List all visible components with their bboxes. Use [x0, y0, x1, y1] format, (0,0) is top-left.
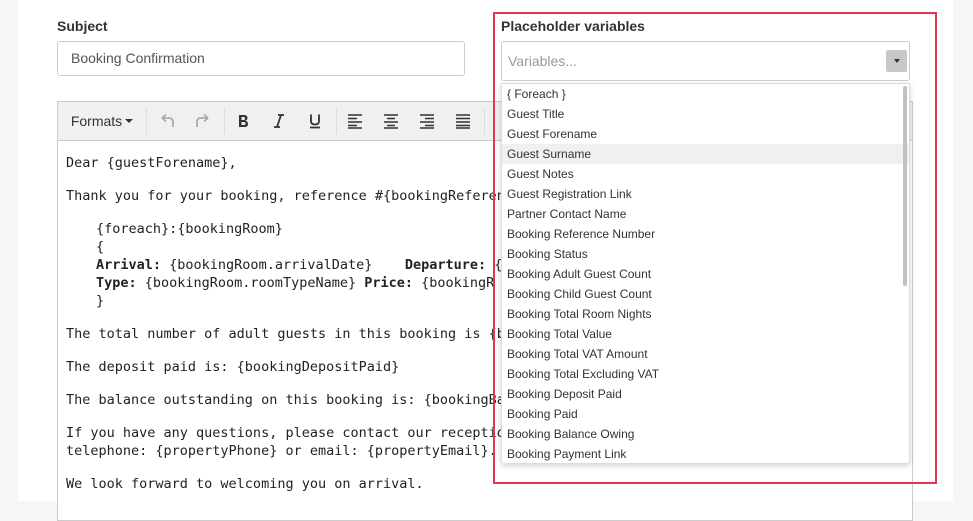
departure-label: Departure:: [404, 257, 487, 273]
align-justify-button[interactable]: [446, 102, 480, 140]
redo-button[interactable]: [186, 102, 220, 140]
body-line: If you have any questions, please contac…: [66, 425, 554, 441]
align-left-icon: [348, 114, 362, 129]
redo-icon: [196, 113, 209, 127]
highlight-outline: [493, 12, 937, 484]
bold-button[interactable]: [226, 102, 260, 140]
price-value: {bookingR: [413, 275, 495, 291]
caret-down-icon: [125, 119, 134, 123]
undo-icon: [161, 113, 174, 127]
underline-button[interactable]: [298, 102, 332, 140]
toolbar-separator: [146, 108, 147, 134]
italic-icon: [274, 114, 284, 128]
formats-label: Formats: [70, 113, 123, 129]
price-label: Price:: [364, 275, 413, 291]
align-right-button[interactable]: [410, 102, 444, 140]
undo-button[interactable]: [150, 102, 184, 140]
toolbar-separator: [336, 108, 337, 134]
align-center-button[interactable]: [374, 102, 408, 140]
align-justify-icon: [456, 114, 470, 129]
italic-button[interactable]: [262, 102, 296, 140]
subject-label: Subject: [57, 18, 108, 34]
body-line: telephone: {propertyPhone} or email: {pr…: [66, 443, 497, 459]
arrival-value: {bookingRoom.arrivalDate}: [161, 257, 373, 273]
align-left-button[interactable]: [338, 102, 372, 140]
underline-icon: [310, 114, 320, 129]
type-label: Type:: [96, 275, 137, 291]
align-center-icon: [384, 114, 398, 129]
toolbar-separator: [224, 108, 225, 134]
subject-input[interactable]: Booking Confirmation: [57, 41, 465, 76]
align-right-icon: [420, 114, 434, 129]
toolbar-separator: [484, 108, 485, 134]
type-value: {bookingRoom.roomTypeName}: [136, 275, 365, 291]
formats-dropdown[interactable]: Formats: [62, 102, 142, 140]
bold-icon: [239, 115, 248, 127]
arrival-label: Arrival:: [96, 257, 162, 273]
